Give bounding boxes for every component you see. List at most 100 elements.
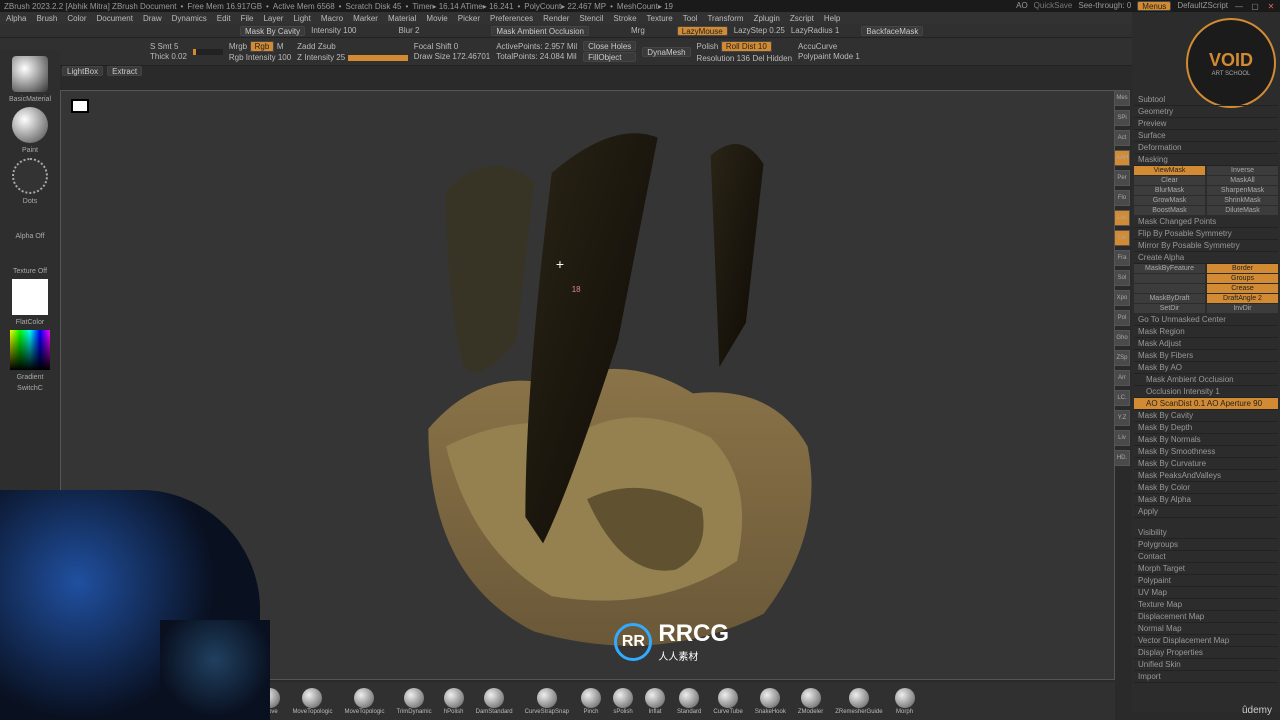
lazystep[interactable]: LazyStep 0.25 bbox=[734, 26, 785, 35]
close-holes[interactable]: Close Holes bbox=[583, 41, 636, 51]
switch-color-label[interactable]: SwitchC bbox=[17, 385, 43, 392]
quicksave-btn[interactable]: QuickSave bbox=[1034, 1, 1073, 11]
panel-btn-maskbyfeature[interactable]: MaskByFeature bbox=[1134, 264, 1205, 273]
stroke-preview[interactable] bbox=[12, 158, 48, 194]
menu-draw[interactable]: Draw bbox=[143, 14, 162, 23]
menu-dynamics[interactable]: Dynamics bbox=[172, 14, 207, 23]
shelf-livebox[interactable]: Liv bbox=[1114, 230, 1130, 246]
brush-pinch[interactable]: Pinch bbox=[581, 688, 601, 715]
shelf-persp[interactable]: Per bbox=[1114, 170, 1130, 186]
panel-mask-region[interactable]: Mask Region bbox=[1134, 326, 1278, 338]
brush-standard[interactable]: Standard bbox=[677, 688, 701, 715]
mrgb[interactable]: Mrgb bbox=[229, 42, 247, 51]
panel-btn-boostmask[interactable]: BoostMask bbox=[1134, 206, 1205, 215]
panel-vector-displacement-map[interactable]: Vector Displacement Map bbox=[1134, 635, 1278, 647]
panel-go-to-unmasked-center[interactable]: Go To Unmasked Center bbox=[1134, 314, 1278, 326]
intensity-label[interactable]: Intensity 100 bbox=[311, 26, 356, 35]
shelf-local[interactable]: Loc bbox=[1114, 210, 1130, 226]
menus-btn[interactable]: Menus bbox=[1137, 1, 1171, 11]
brush-inflat[interactable]: Inflat bbox=[645, 688, 665, 715]
focal-shift[interactable]: Focal Shift 0 bbox=[414, 42, 491, 51]
panel-uv-map[interactable]: UV Map bbox=[1134, 587, 1278, 599]
lazymouse-btn[interactable]: LazyMouse bbox=[677, 26, 728, 36]
blur-label[interactable]: Blur 2 bbox=[399, 26, 420, 35]
panel-normal-map[interactable]: Normal Map bbox=[1134, 623, 1278, 635]
panel-mask-by-ao[interactable]: Mask By AO bbox=[1134, 362, 1278, 374]
shelf-y-z[interactable]: Y.Z bbox=[1114, 410, 1130, 426]
dynamesh[interactable]: DynaMesh bbox=[642, 47, 690, 57]
menu-transform[interactable]: Transform bbox=[707, 14, 743, 23]
draw-size[interactable]: Draw Size 172.46701 bbox=[414, 52, 491, 61]
thick[interactable]: Thick 0.02 bbox=[150, 52, 187, 61]
menu-light[interactable]: Light bbox=[293, 14, 310, 23]
panel-display-properties[interactable]: Display Properties bbox=[1134, 647, 1278, 659]
zadd[interactable]: Zadd bbox=[297, 42, 315, 51]
panel-btn-viewmask[interactable]: ViewMask bbox=[1134, 166, 1205, 175]
menu-preferences[interactable]: Preferences bbox=[490, 14, 533, 23]
del-hidden[interactable]: Del Hidden bbox=[752, 54, 792, 63]
maximize-icon[interactable]: ▢ bbox=[1250, 1, 1260, 11]
minimize-icon[interactable]: — bbox=[1234, 1, 1244, 11]
accucurve[interactable]: AccuCurve bbox=[798, 42, 860, 51]
extract-btn[interactable]: Extract bbox=[107, 66, 142, 76]
backfacemask[interactable]: BackfaceMask bbox=[861, 26, 923, 36]
panel-displacement-map[interactable]: Displacement Map bbox=[1134, 611, 1278, 623]
panel-mask-peaksandvalleys[interactable]: Mask PeaksAndValleys bbox=[1134, 470, 1278, 482]
seethrough[interactable]: See-through: 0 bbox=[1078, 1, 1131, 11]
panel-mask-changed-points[interactable]: Mask Changed Points bbox=[1134, 216, 1278, 228]
panel-btn-inverse[interactable]: Inverse bbox=[1207, 166, 1278, 175]
menu-picker[interactable]: Picker bbox=[458, 14, 480, 23]
lazyradius[interactable]: LazyRadius 1 bbox=[791, 26, 839, 35]
panel-deformation[interactable]: Deformation bbox=[1134, 142, 1278, 154]
brush-zremesherguide[interactable]: ZRemesherGuide bbox=[835, 688, 882, 715]
panel-mask-by-cavity[interactable]: Mask By Cavity bbox=[1134, 410, 1278, 422]
shelf-xpose[interactable]: Xpo bbox=[1114, 290, 1130, 306]
panel-btn-draftangle-2[interactable]: DraftAngle 2 bbox=[1207, 294, 1278, 303]
polypaint-mode[interactable]: Polypaint Mode 1 bbox=[798, 52, 860, 61]
shelf-array[interactable]: Arr bbox=[1114, 370, 1130, 386]
panel-btn-invdir[interactable]: InvDir bbox=[1207, 304, 1278, 313]
shelf-aahalf[interactable]: AAH bbox=[1114, 150, 1130, 166]
panel-mask-ambient-occlusion[interactable]: Mask Ambient Occlusion bbox=[1134, 374, 1278, 386]
panel-mask-by-depth[interactable]: Mask By Depth bbox=[1134, 422, 1278, 434]
panel-mirror-by-posable-symmetry[interactable]: Mirror By Posable Symmetry bbox=[1134, 240, 1278, 252]
menu-movie[interactable]: Movie bbox=[426, 14, 447, 23]
menu-alpha[interactable]: Alpha bbox=[6, 14, 26, 23]
menu-help[interactable]: Help bbox=[824, 14, 840, 23]
menu-zscript[interactable]: Zscript bbox=[790, 14, 814, 23]
polish[interactable]: Polish bbox=[697, 42, 719, 51]
mask-by-cavity[interactable]: Mask By Cavity bbox=[240, 26, 305, 36]
panel-create-alpha[interactable]: Create Alpha bbox=[1134, 252, 1278, 264]
ssmt[interactable]: S Smt 5 bbox=[150, 42, 187, 51]
alpha-off-label[interactable]: Alpha Off bbox=[15, 233, 44, 240]
menu-marker[interactable]: Marker bbox=[353, 14, 378, 23]
shelf-polyfrm[interactable]: Pol bbox=[1114, 310, 1130, 326]
brush-movetopologic[interactable]: MoveTopologic bbox=[344, 688, 384, 715]
texture-swatch[interactable] bbox=[12, 279, 48, 315]
menu-material[interactable]: Material bbox=[388, 14, 416, 23]
brush-spolish[interactable]: sPolish bbox=[613, 688, 633, 715]
panel-btn-[interactable] bbox=[1134, 274, 1205, 283]
m-btn[interactable]: M bbox=[277, 42, 284, 51]
brush-hpolish[interactable]: hPolish bbox=[444, 688, 464, 715]
panel-contact[interactable]: Contact bbox=[1134, 551, 1278, 563]
menu-stencil[interactable]: Stencil bbox=[579, 14, 603, 23]
panel-mask-by-alpha[interactable]: Mask By Alpha bbox=[1134, 494, 1278, 506]
panel-btn-setdir[interactable]: SetDir bbox=[1134, 304, 1205, 313]
shelf-spix-3[interactable]: SPi bbox=[1114, 110, 1130, 126]
close-icon[interactable]: ✕ bbox=[1266, 1, 1276, 11]
panel-apply[interactable]: Apply bbox=[1134, 506, 1278, 518]
brush-snakehook[interactable]: SnakeHook bbox=[755, 688, 786, 715]
panel-geometry[interactable]: Geometry bbox=[1134, 106, 1278, 118]
shelf-frame[interactable]: Fra bbox=[1114, 250, 1130, 266]
menu-edit[interactable]: Edit bbox=[217, 14, 231, 23]
panel-import[interactable]: Import bbox=[1134, 671, 1278, 683]
shelf-zsphere[interactable]: ZSp bbox=[1114, 350, 1130, 366]
brush-curvetube[interactable]: CurveTube bbox=[713, 688, 742, 715]
panel-morph-target[interactable]: Morph Target bbox=[1134, 563, 1278, 575]
panel-unified-skin[interactable]: Unified Skin bbox=[1134, 659, 1278, 671]
menu-document[interactable]: Document bbox=[97, 14, 133, 23]
lightbox-btn[interactable]: LightBox bbox=[62, 66, 103, 76]
panel-preview[interactable]: Preview bbox=[1134, 118, 1278, 130]
shelf-ghost[interactable]: Gho bbox=[1114, 330, 1130, 346]
